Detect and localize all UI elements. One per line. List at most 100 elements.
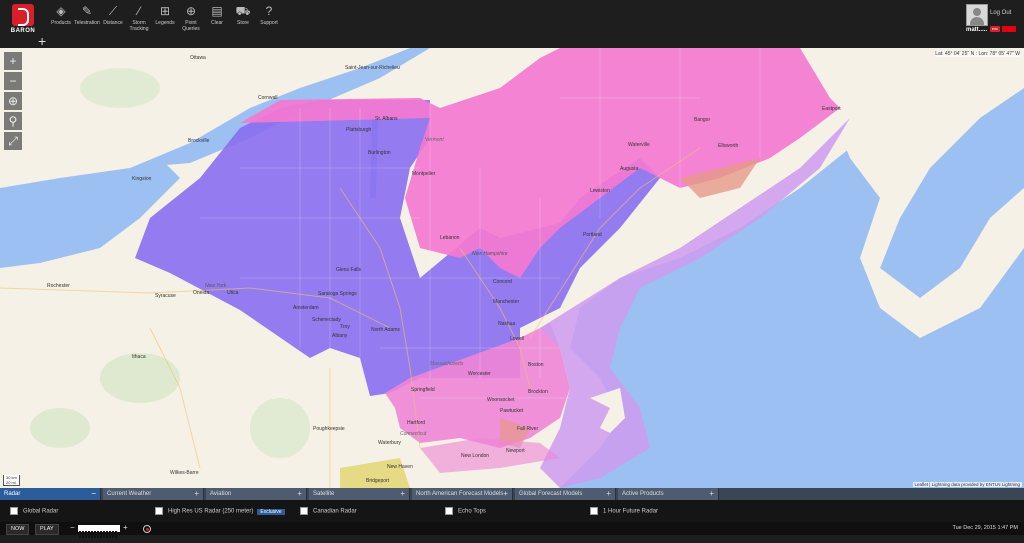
tab-satellite[interactable]: Satellite +: [309, 488, 410, 500]
tab-radar[interactable]: Radar −: [0, 488, 101, 500]
checkbox[interactable]: [590, 507, 598, 515]
expand-icon[interactable]: +: [709, 488, 714, 500]
map-label: Brockton: [528, 389, 548, 395]
map-label: Kingston: [132, 176, 152, 182]
avatar[interactable]: [966, 4, 988, 26]
expand-icon[interactable]: +: [194, 488, 199, 500]
location-pin-icon[interactable]: ⚲: [4, 112, 22, 130]
now-button[interactable]: NOW: [6, 524, 30, 535]
map-label: Montpelier: [412, 171, 436, 177]
map-label: Worcester: [468, 371, 491, 377]
user-area: Log Out matt..... exc: [962, 0, 1024, 48]
faster-button[interactable]: +: [123, 523, 128, 532]
fullscreen-icon[interactable]: ⤢: [4, 132, 22, 150]
expand-icon[interactable]: +: [297, 488, 302, 500]
map-attribution: Leaflet | Lightning data provided by ENT…: [912, 482, 1022, 487]
map-label: Bridgeport: [366, 478, 390, 484]
slower-button[interactable]: −: [70, 523, 75, 532]
map-label: Wilkes-Barre: [170, 470, 199, 476]
map-label: Syracuse: [155, 293, 176, 299]
storm-icon: ⁄: [137, 4, 140, 18]
map-label: Troy: [340, 324, 350, 330]
help-icon: ?: [265, 4, 273, 18]
layer-echo-tops[interactable]: Echo Tops: [445, 507, 486, 515]
zoom-out-button[interactable]: −: [4, 72, 22, 90]
checkbox[interactable]: [155, 507, 163, 515]
map-label: Springfield: [411, 387, 435, 393]
map-label: Massachusetts: [430, 361, 464, 367]
username: matt.....: [966, 27, 988, 33]
logout-link[interactable]: Log Out: [990, 10, 1011, 16]
expand-icon[interactable]: +: [606, 488, 611, 500]
map-label: Plattsburgh: [346, 127, 372, 133]
zoom-in-button[interactable]: +: [4, 52, 22, 70]
map-label: Poughkeepsie: [313, 426, 345, 432]
scale-bar: 30 km 20 mi: [3, 475, 20, 486]
map-label: Newport: [506, 448, 525, 454]
pen-icon: ✎: [81, 4, 93, 18]
map-label: Waterbury: [378, 440, 401, 446]
checkbox[interactable]: [300, 507, 308, 515]
map-label: Concord: [493, 279, 512, 285]
play-button[interactable]: PLAY: [35, 524, 59, 535]
expand-icon[interactable]: +: [400, 488, 405, 500]
map-label: Ithaca: [132, 354, 146, 360]
map-canvas: [0, 48, 1024, 488]
map-label: Ellsworth: [718, 143, 739, 149]
radar-layers: Global Radar High Res US Radar (250 mete…: [0, 500, 1024, 522]
ruler-icon: ⟋: [108, 4, 118, 18]
top-toolbar: BARON + ◈ Products ✎ Telestration ⟋ Dist…: [0, 0, 1024, 49]
baron-logo[interactable]: BARON: [8, 4, 38, 44]
timeline-slider[interactable]: [78, 525, 120, 538]
map-label: Cornwall: [258, 95, 278, 101]
zoom-search-icon[interactable]: ⊕: [4, 92, 22, 110]
map-label: St. Albans: [375, 116, 398, 122]
tab-north-american-models[interactable]: North American Forecast Models +: [412, 488, 513, 500]
map-label: Portland: [583, 232, 602, 238]
layer-global-radar[interactable]: Global Radar: [10, 507, 58, 515]
map-label: Lebanon: [440, 235, 460, 241]
map-label: Brockville: [188, 138, 210, 144]
map-label: Utica: [227, 290, 239, 296]
map-label: Vermont: [425, 137, 444, 143]
map-label: Hartford: [407, 420, 426, 426]
map-label: Oneida: [193, 290, 210, 296]
lat-lon-readout: Lat: 45° 04' 25'' N : Lon: 78° 05' 47'' …: [935, 51, 1020, 57]
map-label: Bangor: [694, 117, 711, 123]
scale-mi: 20 mi: [6, 480, 16, 485]
timestamp: Tue Dec 29, 2015 1:47 PM: [952, 525, 1018, 531]
add-icon[interactable]: +: [38, 33, 46, 49]
map-label: New London: [461, 453, 490, 459]
map-label: Manchester: [493, 299, 520, 305]
map-label: Amsterdam: [293, 305, 319, 311]
map-label: Lewiston: [590, 188, 610, 194]
map-label: Boston: [528, 362, 544, 368]
account-badge: exc: [990, 26, 1000, 32]
support-button[interactable]: ? Support: [254, 4, 284, 26]
logo-text: BARON: [10, 28, 36, 34]
weather-map[interactable]: + − ⊕ ⚲ ⤢ Lat: 45° 04' 25'' N : Lon: 78°…: [0, 48, 1024, 488]
layer-future-radar[interactable]: 1 Hour Future Radar: [590, 507, 658, 515]
tab-aviation[interactable]: Aviation +: [206, 488, 307, 500]
expand-icon[interactable]: +: [503, 488, 508, 500]
tab-global-models[interactable]: Global Forecast Models +: [515, 488, 616, 500]
layers-icon: ◈: [56, 4, 66, 18]
map-label: Schenectady: [312, 317, 341, 323]
exclusive-badge: Exclusive: [257, 508, 285, 515]
record-icon[interactable]: [143, 525, 151, 533]
checkbox[interactable]: [445, 507, 453, 515]
map-label: Lowell: [510, 336, 525, 342]
map-label: Eastport: [822, 106, 841, 112]
map-label: Connecticut: [400, 431, 427, 437]
tab-current-weather[interactable]: Current Weather +: [103, 488, 204, 500]
collapse-icon[interactable]: −: [91, 488, 96, 500]
layer-canadian-radar[interactable]: Canadian Radar: [300, 507, 357, 515]
layer-high-res-radar[interactable]: High Res US Radar (250 meter) Exclusive: [155, 507, 285, 515]
map-label: Albany: [332, 333, 348, 339]
map-label: Fall River: [517, 426, 539, 432]
map-label: North Adams: [371, 327, 400, 333]
checkbox[interactable]: [10, 507, 18, 515]
map-label: New Haven: [387, 464, 413, 470]
tab-active-products[interactable]: Active Products +: [618, 488, 719, 500]
product-tabs: Radar − Current Weather + Aviation + Satell…: [0, 488, 1024, 500]
